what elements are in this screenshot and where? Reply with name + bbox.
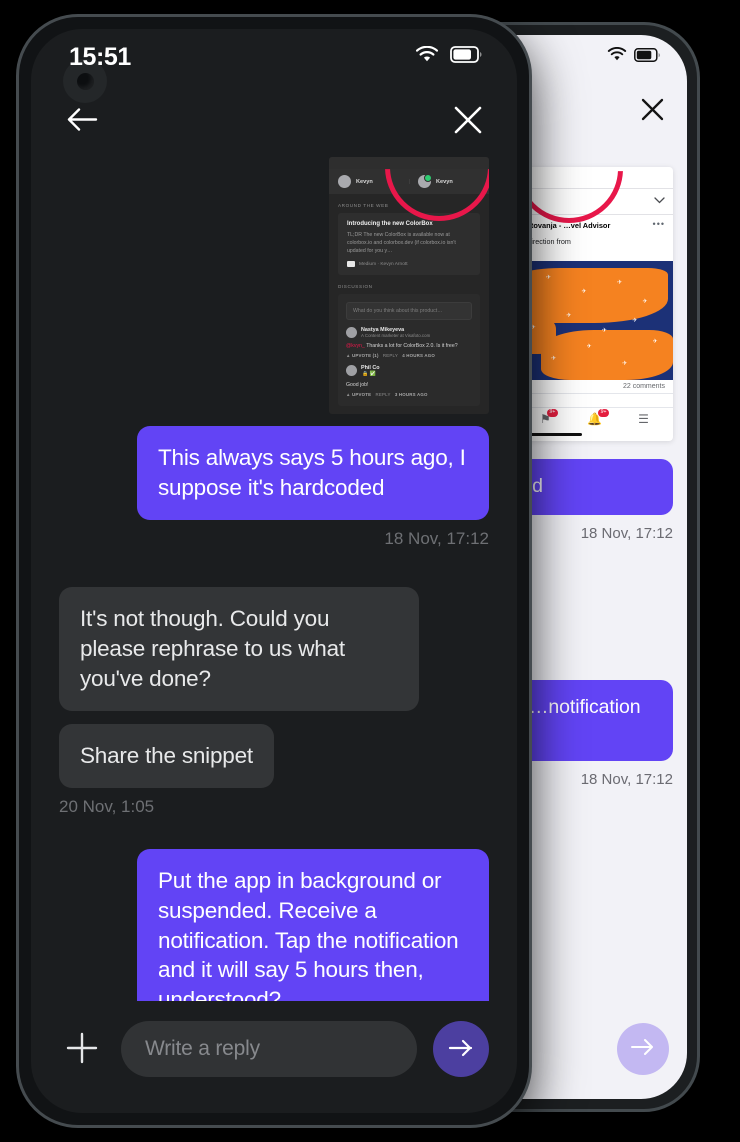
background-send-button[interactable] — [617, 1023, 669, 1075]
screenshot-stage: ories ••• …do Sestan ▸ Savjetnik za puto… — [0, 0, 740, 1142]
user-chip-name: Kevyn — [436, 178, 453, 185]
comment-input[interactable]: What do you think about this product… — [346, 302, 472, 321]
comment-reply[interactable]: REPLY — [376, 392, 391, 397]
foreground-phone-screen: 15:51 Kevyn Kevyn AROUND THE WEB Introdu… — [31, 29, 517, 1113]
add-attachment-button[interactable] — [59, 1026, 105, 1072]
comment-item: Phil Co 🔒 ✅ Good job! ▲ UPVOTE REPLY 3 H… — [346, 358, 472, 397]
message-bubble-outgoing: This always says 5 hours ago, I suppose … — [137, 426, 489, 521]
link-card-source-row: Medium · Kevyn Arnott — [347, 261, 471, 268]
composer: Write a reply — [31, 1001, 517, 1113]
comment-badges: 🔒 ✅ — [362, 371, 376, 378]
plus-icon — [65, 1031, 99, 1068]
status-clock: 15:51 — [69, 42, 131, 71]
comment-upvote[interactable]: UPVOTE — [352, 392, 371, 397]
user-chip[interactable]: Kevyn — [329, 175, 409, 188]
comment-reply[interactable]: REPLY — [383, 353, 398, 358]
screenshot-topbar — [329, 157, 489, 169]
attachment-screenshot[interactable]: Kevyn Kevyn AROUND THE WEB Introducing t… — [329, 157, 489, 415]
comment-time: 4 HOURS AGO — [402, 353, 435, 359]
comment-upvote[interactable]: UPVOTE (1) — [352, 353, 379, 358]
wifi-icon — [415, 45, 439, 68]
reply-input-placeholder: Write a reply — [145, 1037, 260, 1060]
send-arrow-icon — [631, 1038, 655, 1061]
battery-icon — [634, 47, 661, 67]
message-timestamp: 18 Nov, 17:12 — [384, 529, 489, 549]
comment-text: Good job! — [346, 382, 369, 389]
message-thread[interactable]: Kevyn Kevyn AROUND THE WEB Introducing t… — [31, 157, 517, 1001]
notifications-icon[interactable]: 🔔 9+ — [587, 409, 609, 426]
status-bar: 15:51 — [31, 29, 517, 85]
badge-count: 9+ — [546, 409, 558, 417]
link-card-title: Introducing the new ColorBox — [347, 221, 433, 227]
back-button[interactable] — [67, 108, 98, 134]
user-chip[interactable]: Kevyn — [409, 174, 489, 188]
badge-count: 9+ — [598, 409, 609, 417]
message-timestamp: 20 Nov, 1:05 — [59, 796, 155, 816]
message-bubble-incoming: Share the snippet — [59, 723, 274, 788]
more-options-icon[interactable]: ••• — [653, 220, 665, 229]
marketplace-icon[interactable]: ⚑ 9+ — [540, 409, 558, 426]
nav-bar — [31, 85, 517, 157]
avatar — [346, 365, 357, 377]
comment-mention[interactable]: @kvyn_ — [346, 343, 365, 349]
avatar — [338, 175, 351, 188]
discussion-box: What do you think about this product… Na… — [338, 294, 480, 407]
link-card-source: Medium · Kevyn Arnott — [359, 261, 408, 267]
comment-subtitle: A Content marketer at Visafoto.com — [361, 333, 431, 339]
chevron-down-icon — [654, 196, 665, 207]
send-button[interactable] — [433, 1021, 489, 1077]
comment-text: Thanks a lot for ColorBox 2.0. Is it fre… — [366, 343, 458, 350]
message-bubble-incoming: It's not though. Could you please rephra… — [59, 587, 419, 711]
avatar — [346, 327, 357, 339]
battery-icon — [450, 46, 483, 68]
close-x-icon — [453, 105, 483, 138]
back-arrow-icon — [67, 108, 98, 134]
comment-item: Nastya Mikeyeva A Content marketer at Vi… — [346, 327, 458, 359]
avatar — [418, 174, 432, 188]
link-card[interactable]: Introducing the new ColorBox TL;DR The n… — [338, 213, 480, 276]
medium-icon — [347, 261, 355, 268]
comment-time: 3 HOURS AGO — [394, 392, 428, 398]
close-x-icon[interactable] — [640, 97, 665, 127]
link-card-excerpt: TL;DR The new ColorBox is available now … — [347, 232, 456, 255]
wifi-icon — [607, 47, 627, 67]
section-label-discussion: DISCUSSION — [338, 284, 373, 290]
user-chip-name: Kevyn — [356, 178, 373, 185]
message-bubble-outgoing: Put the app in background or suspended. … — [137, 848, 489, 1001]
reply-input[interactable]: Write a reply — [121, 1021, 417, 1077]
close-button[interactable] — [453, 105, 483, 138]
send-arrow-icon — [448, 1038, 474, 1061]
foreground-phone: 15:51 Kevyn Kevyn AROUND THE WEB Introdu… — [16, 14, 532, 1128]
menu-icon[interactable]: ☰ — [638, 412, 649, 426]
